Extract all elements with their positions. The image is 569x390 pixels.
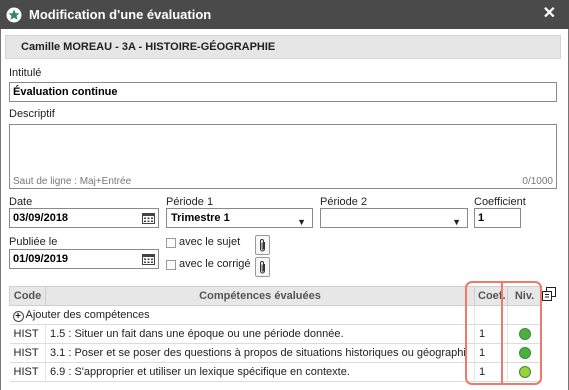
column-header-code[interactable]: Code	[9, 286, 46, 306]
date-label: Date	[9, 196, 33, 208]
table-row[interactable]: HIST 3.1 : Poser et se poser des questio…	[9, 343, 542, 363]
table-row[interactable]: HIST 6.9 : S'approprier et utiliser un l…	[9, 362, 542, 382]
window-title: Modification d'une évaluation	[29, 7, 212, 22]
title-bar: Modification d'une évaluation ✕	[0, 0, 569, 29]
add-competences-row[interactable]: + Ajouter des compétences	[9, 305, 542, 325]
descriptif-textarea[interactable]: Saut de ligne : Maj+Entrée 0/1000	[9, 124, 557, 189]
calendar-icon[interactable]	[142, 253, 155, 265]
paperclip-icon[interactable]	[255, 257, 270, 277]
cell-code: HIST	[9, 324, 46, 344]
copy-icon[interactable]	[542, 287, 556, 301]
corrige-checkbox[interactable]	[166, 260, 176, 270]
table-header-row: Code Compétences évaluées Coef. Niv.	[9, 286, 542, 306]
competences-table: Code Compétences évaluées Coef. Niv. + Aj…	[9, 286, 542, 382]
cell-code: HIST	[9, 362, 46, 382]
periode2-label: Période 2	[320, 196, 368, 208]
descriptif-label: Descriptif	[9, 108, 55, 120]
date-input[interactable]: 03/09/2018	[9, 208, 159, 228]
periode1-select[interactable]: Trimestre 1 ▼	[166, 208, 313, 228]
table-row[interactable]: HIST 1.5 : Situer un fait dans une époqu…	[9, 324, 542, 344]
add-competences-label[interactable]: Ajouter des compétences	[26, 309, 150, 321]
chevron-down-icon: ▼	[452, 217, 461, 227]
paperclip-icon[interactable]	[255, 235, 270, 255]
calendar-icon[interactable]	[142, 212, 155, 224]
periode1-label: Période 1	[166, 196, 214, 208]
date-value: 03/09/2018	[13, 212, 69, 224]
sujet-label: avec le sujet	[179, 236, 241, 248]
descriptif-counter: 0/1000	[522, 176, 553, 187]
cell-competence: 1.5 : Situer un fait dans une époque ou …	[45, 324, 475, 344]
cell-competence: 6.9 : S'approprier et utiliser un lexiqu…	[45, 362, 475, 382]
chevron-down-icon: ▼	[297, 217, 306, 227]
coefficient-input[interactable]: 1	[474, 208, 521, 228]
column-header-competences[interactable]: Compétences évaluées	[45, 286, 475, 306]
intitule-label: Intitulé	[9, 67, 42, 79]
corrige-label: avec le corrigé	[179, 258, 251, 270]
publiee-label: Publiée le	[9, 236, 58, 248]
publiee-input[interactable]: 01/09/2019	[9, 249, 159, 269]
student-header: Camille MOREAU - 3A - HISTOIRE-GÉOGRAPHI…	[5, 35, 561, 59]
descriptif-hint: Saut de ligne : Maj+Entrée	[13, 176, 132, 187]
plus-icon[interactable]: +	[12, 310, 24, 322]
cell-competence: 3.1 : Poser et se poser des questions à …	[45, 343, 475, 363]
close-icon[interactable]: ✕	[543, 5, 556, 23]
highlight-divider	[501, 281, 503, 385]
periode2-select[interactable]: ▼	[320, 208, 468, 228]
coefficient-label: Coefficient	[474, 196, 526, 208]
publiee-value: 01/09/2019	[13, 253, 69, 265]
periode1-value: Trimestre 1	[171, 212, 230, 224]
sujet-checkbox[interactable]	[166, 238, 176, 248]
app-logo-icon	[6, 7, 22, 23]
highlight-box	[465, 281, 542, 385]
intitule-input[interactable]: Évaluation continue	[9, 82, 557, 102]
cell-code: HIST	[9, 343, 46, 363]
